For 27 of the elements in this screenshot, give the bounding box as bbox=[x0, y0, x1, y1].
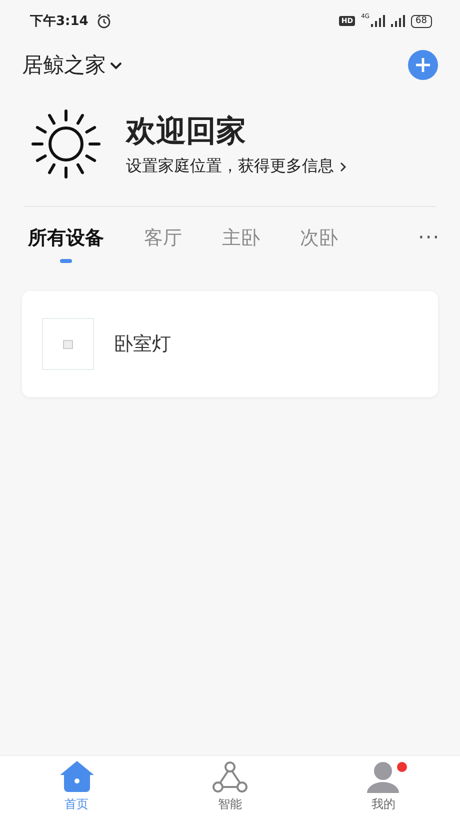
status-time: 下午3:14 bbox=[30, 13, 88, 30]
add-button[interactable] bbox=[408, 50, 438, 80]
signal-icon bbox=[370, 15, 385, 27]
more-button[interactable]: ··· bbox=[418, 225, 440, 249]
person-icon bbox=[365, 760, 402, 794]
nav-tab[interactable]: 智能 bbox=[153, 756, 307, 818]
device-card[interactable]: 卧室灯 bbox=[22, 291, 438, 397]
room-tab[interactable]: 主卧 bbox=[222, 225, 260, 263]
chevron-down-icon bbox=[110, 60, 122, 70]
house-icon bbox=[58, 760, 95, 794]
sun-icon bbox=[30, 108, 102, 180]
room-tab[interactable]: 所有设备 bbox=[28, 225, 104, 263]
room-tab[interactable]: 次卧 bbox=[300, 225, 338, 263]
broken-image-icon bbox=[63, 340, 73, 348]
chevron-right-icon bbox=[340, 162, 347, 172]
plus-icon bbox=[415, 57, 431, 73]
alarm-icon bbox=[96, 13, 112, 29]
signal-icon bbox=[390, 15, 405, 27]
nav-tab[interactable]: 首页 bbox=[0, 756, 154, 818]
battery-level: 68 bbox=[410, 14, 432, 28]
location-link[interactable]: 设置家庭位置，获得更多信息 bbox=[126, 156, 347, 177]
device-name: 卧室灯 bbox=[114, 332, 171, 357]
nav-tab[interactable]: 我的 bbox=[306, 756, 460, 818]
welcome-title: 欢迎回家 bbox=[126, 113, 247, 151]
room-tab[interactable]: 客厅 bbox=[144, 225, 182, 263]
home-selector[interactable]: 居鲸之家 bbox=[22, 51, 122, 79]
network-nodes-icon bbox=[212, 760, 248, 794]
